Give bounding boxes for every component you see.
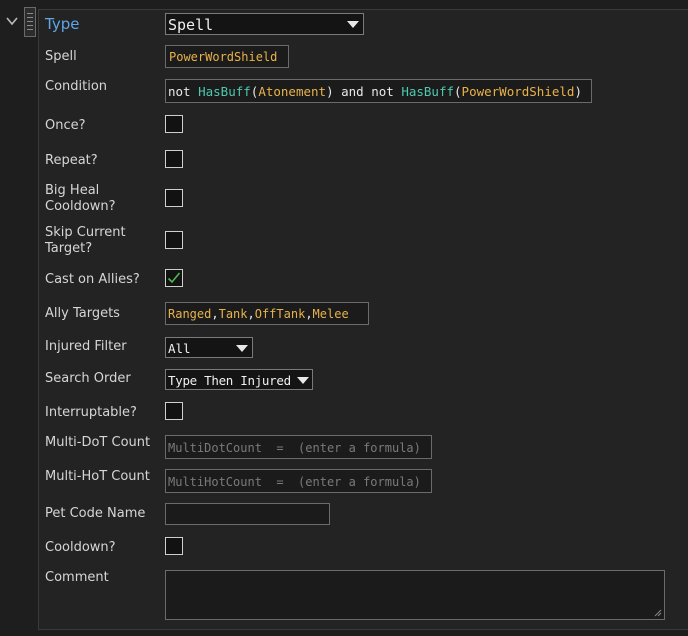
cast-allies-checkbox[interactable]	[165, 269, 183, 287]
code-token: not	[168, 84, 199, 99]
big-heal-label: Big Heal Cooldown?	[45, 183, 116, 215]
row-gutter	[0, 0, 38, 636]
checkmark-icon	[167, 272, 181, 284]
ally-targets-label: Ally Targets	[45, 306, 120, 321]
drag-handle-icon[interactable]	[24, 7, 36, 37]
big-heal-label-line1: Big Heal	[45, 183, 100, 198]
code-token: Atonement	[258, 84, 327, 99]
skip-target-checkbox[interactable]	[165, 231, 183, 249]
search-order-label: Search Order	[45, 371, 131, 386]
comment-textarea[interactable]	[165, 570, 665, 620]
cast-allies-label: Cast on Allies?	[45, 272, 140, 287]
skip-target-label-line1: Skip Current	[45, 225, 126, 240]
injured-filter-value: All	[168, 341, 191, 356]
interruptable-checkbox[interactable]	[165, 402, 183, 420]
code-token: Melee	[312, 307, 349, 321]
multi-dot-placeholder: MultiDotCount = (enter a formula)	[168, 441, 421, 455]
search-order-select[interactable]: Type Then Injured	[165, 369, 313, 390]
chevron-down-icon	[236, 344, 248, 352]
code-token: PowerWordShield	[461, 84, 575, 99]
injured-filter-select[interactable]: All	[165, 337, 253, 358]
interruptable-label: Interruptable?	[45, 405, 137, 420]
code-token: HasBuff	[401, 84, 455, 99]
repeat-label: Repeat?	[45, 153, 98, 168]
chevron-down-icon	[347, 21, 359, 28]
code-token: Tank	[218, 307, 248, 321]
code-token: (	[454, 84, 462, 99]
skip-target-label: Skip Current Target?	[45, 225, 126, 257]
type-select[interactable]: Spell	[165, 13, 364, 35]
type-label: Type	[45, 15, 80, 33]
chevron-down-icon	[297, 376, 309, 384]
code-token: ,	[211, 307, 219, 321]
pet-code-input[interactable]	[165, 503, 330, 525]
once-label: Once?	[45, 118, 86, 133]
cooldown-checkbox[interactable]	[165, 537, 183, 555]
big-heal-label-line2: Cooldown?	[45, 199, 116, 214]
repeat-checkbox[interactable]	[165, 150, 183, 168]
spell-value: PowerWordShield	[169, 50, 278, 64]
code-token: )	[574, 84, 582, 99]
multi-hot-placeholder: MultiHotCount = (enter a formula)	[168, 475, 421, 489]
search-order-value: Type Then Injured	[168, 373, 291, 388]
code-token: OffTank	[254, 307, 306, 321]
spell-label: Spell	[45, 49, 77, 64]
chevron-down-icon[interactable]	[6, 16, 18, 26]
code-token: ,	[305, 307, 313, 321]
skip-target-label-line2: Target?	[45, 241, 93, 256]
condition-input[interactable]: not HasBuff(Atonement) and not HasBuff(P…	[165, 79, 592, 103]
code-token: Ranged	[168, 307, 212, 321]
multi-hot-label: Multi-HoT Count	[45, 469, 150, 484]
multi-dot-label: Multi-DoT Count	[45, 435, 151, 450]
code-token: ,	[247, 307, 255, 321]
comment-label: Comment	[45, 570, 109, 585]
ally-targets-input[interactable]: Ranged,Tank,OffTank,Melee	[165, 302, 369, 325]
multi-hot-input[interactable]: MultiHotCount = (enter a formula)	[165, 469, 432, 493]
once-checkbox[interactable]	[165, 115, 183, 133]
multi-dot-input[interactable]: MultiDotCount = (enter a formula)	[165, 435, 432, 459]
spell-input[interactable]: PowerWordShield	[165, 45, 289, 68]
code-token: HasBuff	[198, 84, 251, 99]
condition-label: Condition	[45, 79, 108, 94]
code-token: ) and not	[326, 84, 402, 99]
big-heal-checkbox[interactable]	[165, 189, 183, 207]
type-select-value: Spell	[168, 16, 214, 34]
injured-filter-label: Injured Filter	[45, 339, 127, 354]
resize-grip-icon[interactable]	[654, 609, 662, 617]
cooldown-label: Cooldown?	[45, 540, 116, 555]
pet-code-label: Pet Code Name	[45, 506, 146, 521]
